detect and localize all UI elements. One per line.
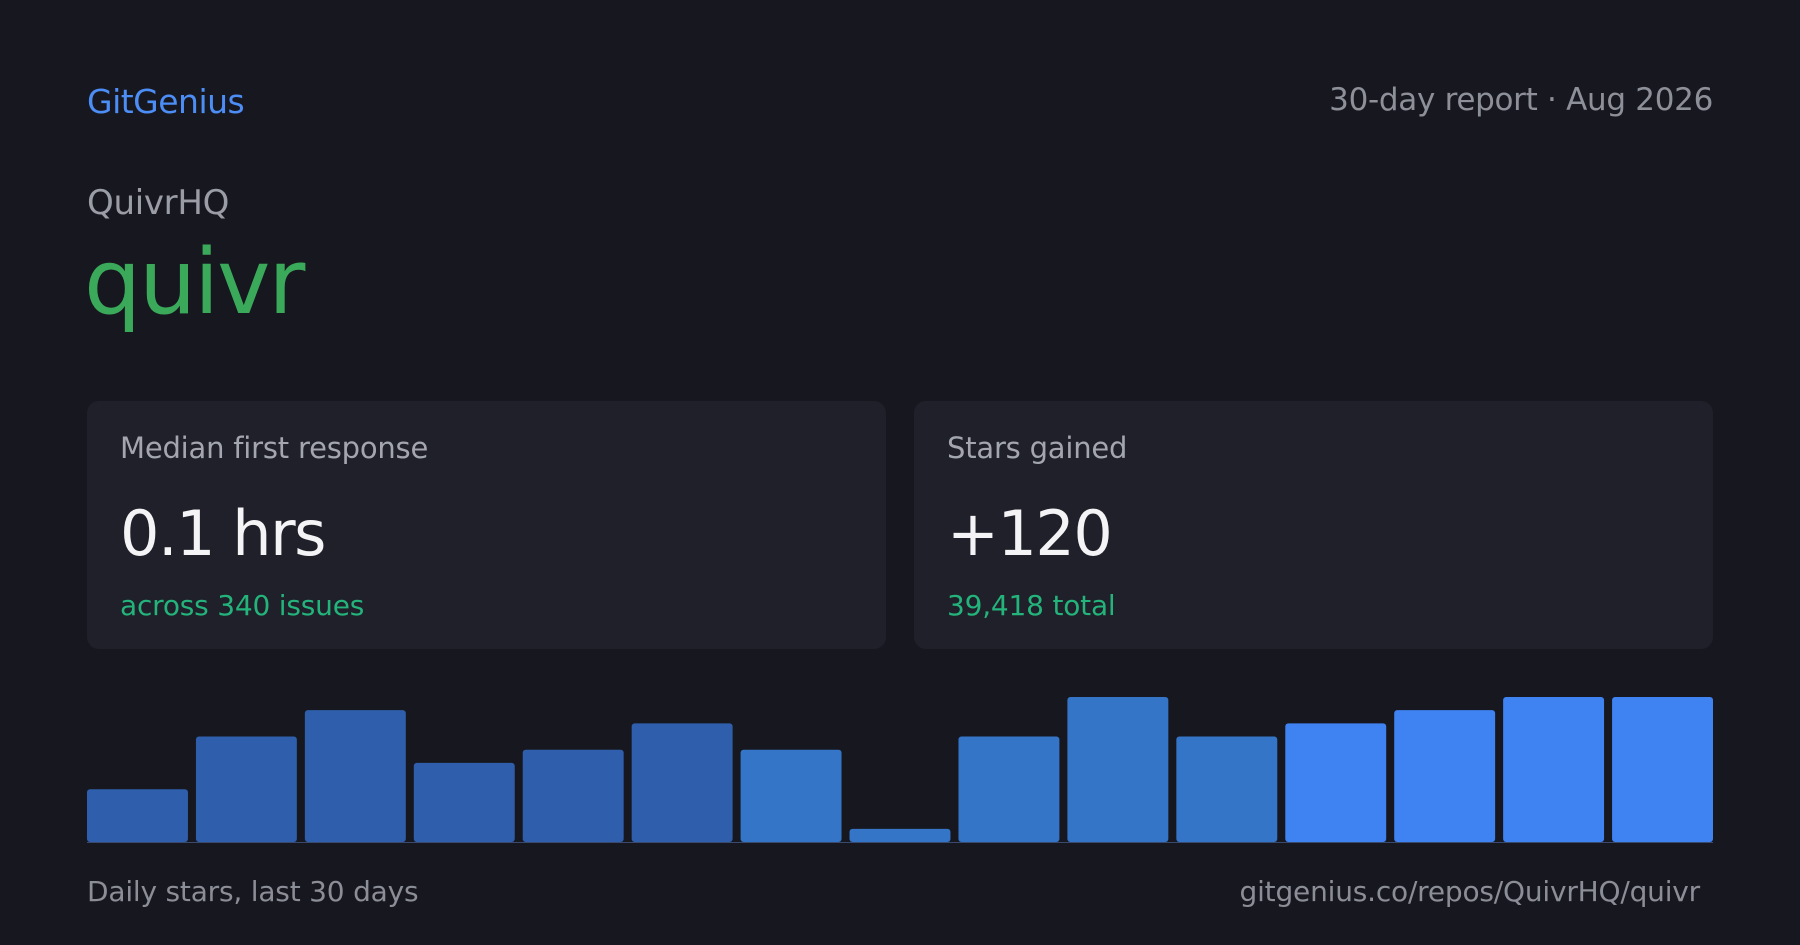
card-label: Median first response [120, 431, 429, 465]
median-response-card: Median first response 0.1 hrs across 340… [87, 401, 886, 649]
report-period: 30-day report · Aug 2026 [1329, 82, 1713, 118]
chart-caption: Daily stars, last 30 days [87, 875, 419, 908]
daily-stars-chart-svg [87, 697, 1713, 843]
chart-bar [522, 749, 624, 842]
repo-owner: QuivrHQ [87, 183, 230, 223]
chart-baseline [87, 842, 1713, 843]
chart-bar [740, 749, 842, 842]
chart-bar [1176, 736, 1278, 842]
chart-bar [304, 710, 406, 842]
card-subtext: 39,418 total [947, 589, 1116, 622]
repo-url-link[interactable]: gitgenius.co/repos/QuivrHQ/quivr [1240, 875, 1701, 908]
chart-bar [195, 736, 297, 842]
card-value: 0.1 hrs [120, 497, 326, 570]
brand-logo-text[interactable]: GitGenius [87, 82, 245, 121]
chart-bar [631, 723, 733, 842]
chart-bar [1394, 710, 1496, 842]
chart-bar [1285, 723, 1387, 842]
card-label: Stars gained [947, 431, 1128, 465]
chart-bar [1067, 697, 1169, 842]
chart-bar [1612, 697, 1713, 842]
chart-bar [413, 762, 515, 842]
chart-bar [958, 736, 1060, 842]
daily-stars-chart [87, 690, 1713, 843]
chart-bar [849, 828, 951, 842]
chart-bar [1503, 697, 1605, 842]
chart-bar [87, 789, 188, 842]
stars-gained-card: Stars gained +120 39,418 total [914, 401, 1713, 649]
card-subtext: across 340 issues [120, 589, 365, 622]
repo-name: quivr [84, 230, 305, 335]
card-value: +120 [947, 497, 1113, 570]
